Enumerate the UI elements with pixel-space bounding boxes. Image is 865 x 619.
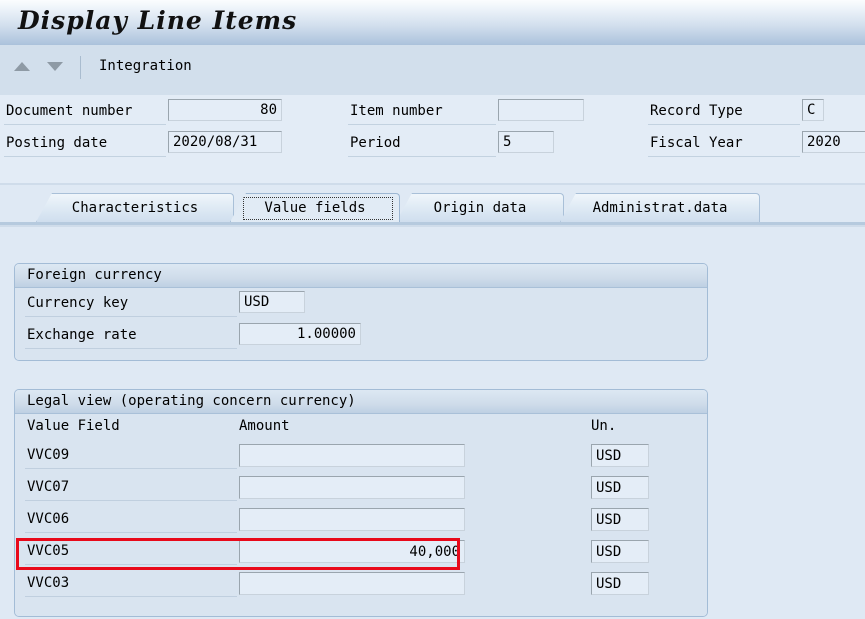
fiscal-year-field[interactable]: 2020 xyxy=(802,131,865,153)
unit-field[interactable]: USD xyxy=(591,444,649,467)
legal-view-group-body: Value Field Amount Un. VVC09 USD VVC07 U… xyxy=(15,414,707,616)
tab-label: Origin data xyxy=(433,200,527,216)
row-rule xyxy=(25,596,237,597)
window-title-bar: Display Line Items xyxy=(0,0,865,45)
foreign-currency-group-header: Foreign currency xyxy=(15,264,707,288)
value-field-label: VVC07 xyxy=(27,479,70,495)
posting-date-field[interactable]: 2020/08/31 xyxy=(168,131,282,153)
tab-origin-data[interactable]: Origin data xyxy=(396,193,564,222)
column-header-amount: Amount xyxy=(239,418,290,434)
tab-label: Administrat.data xyxy=(592,200,728,216)
page-title: Display Line Items xyxy=(18,6,298,35)
triangle-up-icon[interactable] xyxy=(14,62,30,71)
value-field-label: VVC05 xyxy=(27,543,70,559)
rule-currency-key xyxy=(25,316,237,317)
amount-field[interactable] xyxy=(239,476,465,499)
label-period: Period xyxy=(350,135,401,151)
unit-field[interactable]: USD xyxy=(591,540,649,563)
row-rule xyxy=(25,564,237,565)
period-field[interactable]: 5 xyxy=(498,131,554,153)
column-header-unit: Un. xyxy=(591,418,617,434)
foreign-currency-group: Foreign currency Currency key USD Exchan… xyxy=(14,263,708,361)
rule-exchange-rate xyxy=(25,348,237,349)
toolbar-separator xyxy=(80,56,81,79)
column-header-value-field: Value Field xyxy=(27,418,120,434)
currency-key-field[interactable]: USD xyxy=(239,291,305,313)
unit-field[interactable]: USD xyxy=(591,476,649,499)
label-exchange-rate: Exchange rate xyxy=(27,327,137,343)
label-posting-date: Posting date xyxy=(6,135,108,151)
triangle-down-icon[interactable] xyxy=(47,62,63,71)
exchange-rate-field[interactable]: 1.00000 xyxy=(239,323,361,345)
document-number-field[interactable]: 80 xyxy=(168,99,282,121)
value-field-label: VVC06 xyxy=(27,511,70,527)
amount-field[interactable] xyxy=(239,572,465,595)
tab-underline-secondary xyxy=(0,225,865,227)
label-record-type: Record Type xyxy=(650,103,743,119)
item-number-field[interactable] xyxy=(498,99,584,121)
amount-field[interactable] xyxy=(239,508,465,531)
value-field-label: VVC03 xyxy=(27,575,70,591)
amount-field[interactable]: 40,000 xyxy=(239,540,465,563)
value-field-label: VVC09 xyxy=(27,447,70,463)
toolbar-label-integration: Integration xyxy=(99,58,192,74)
unit-field[interactable]: USD xyxy=(591,572,649,595)
rule-fiscal-year xyxy=(648,156,800,157)
foreign-currency-title: Foreign currency xyxy=(27,267,162,283)
tab-strip: Characteristics Value fields Origin data… xyxy=(0,185,865,233)
rule-period xyxy=(348,156,496,157)
label-item-number: Item number xyxy=(350,103,443,119)
rule-posting-date xyxy=(4,156,166,157)
label-fiscal-year: Fiscal Year xyxy=(650,135,743,151)
tab-characteristics[interactable]: Characteristics xyxy=(36,193,234,222)
legal-view-group: Legal view (operating concern currency) … xyxy=(14,389,708,617)
amount-field[interactable] xyxy=(239,444,465,467)
tab-value-fields[interactable]: Value fields xyxy=(230,193,400,222)
foreign-currency-group-body: Currency key USD Exchange rate 1.00000 xyxy=(15,288,707,360)
legal-view-group-header: Legal view (operating concern currency) xyxy=(15,390,707,414)
row-rule xyxy=(25,500,237,501)
rule-record-type xyxy=(648,124,800,125)
row-rule xyxy=(25,468,237,469)
label-currency-key: Currency key xyxy=(27,295,129,311)
toolbar: Integration xyxy=(0,45,865,96)
row-rule xyxy=(25,532,237,533)
label-document-number: Document number xyxy=(6,103,133,119)
tab-focus-outline xyxy=(243,197,393,220)
tab-label: Characteristics xyxy=(71,200,199,216)
document-header-panel: Document number 80 Posting date 2020/08/… xyxy=(0,95,865,185)
unit-field[interactable]: USD xyxy=(591,508,649,531)
tab-administrat-data[interactable]: Administrat.data xyxy=(560,193,760,222)
record-type-field[interactable]: C xyxy=(802,99,824,121)
rule-document-number xyxy=(4,124,166,125)
legal-view-title: Legal view (operating concern currency) xyxy=(27,393,356,409)
rule-item-number xyxy=(348,124,496,125)
